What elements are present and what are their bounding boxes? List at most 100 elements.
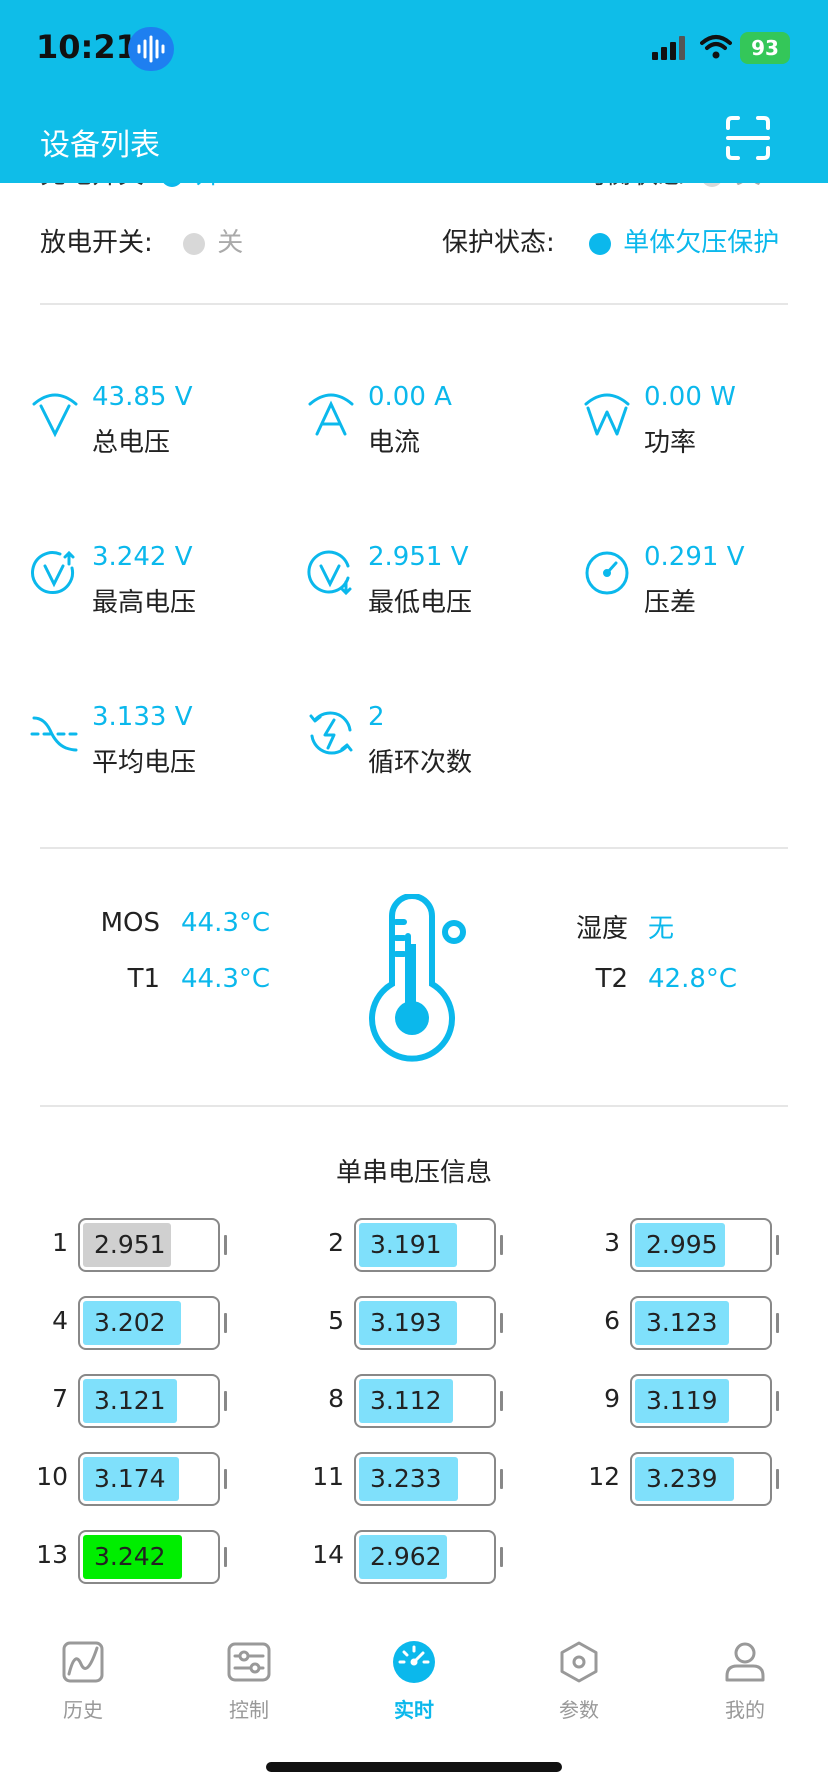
metric-cycles: 2 循环次数 <box>306 702 556 782</box>
page-title[interactable]: 设备列表 <box>40 120 160 164</box>
mos-temp-value: 44.3°C <box>181 908 271 938</box>
discharge-switch-label: 放电开关: <box>40 228 153 258</box>
cell-voltage-value: 3.119 <box>646 1386 718 1415</box>
speedometer-icon <box>393 1641 435 1683</box>
battery-tip <box>500 1547 503 1567</box>
cell-number: 12 <box>588 1462 620 1491</box>
battery-level: 93 <box>751 36 779 60</box>
cell-battery-bar: 3.121 <box>78 1374 220 1428</box>
voice-recording-icon[interactable] <box>128 27 174 71</box>
wifi-icon <box>700 35 732 59</box>
battery-tip <box>776 1391 779 1411</box>
discharge-switch-row: 放电开关: 关 <box>40 222 243 259</box>
cell-voltage-value: 3.174 <box>94 1464 166 1493</box>
cell-battery-bar: 3.112 <box>354 1374 496 1428</box>
battery-tip <box>500 1235 503 1255</box>
battery-tip <box>500 1313 503 1333</box>
battery-tip <box>500 1469 503 1489</box>
mos-temp-label: MOS <box>100 908 160 938</box>
discharge-status-dot[interactable] <box>183 232 206 255</box>
humidity-value: 无 <box>648 914 675 944</box>
cell-voltage-value: 2.962 <box>370 1542 442 1571</box>
tab-label: 实时 <box>394 1698 434 1722</box>
cell-number: 11 <box>312 1462 344 1491</box>
cell-battery-bar: 3.193 <box>354 1296 496 1350</box>
cell-voltage-item: 8 3.112 <box>276 1374 503 1430</box>
status-time: 10:21 <box>36 28 138 66</box>
tab-realtime[interactable]: 实时 <box>364 1640 464 1740</box>
cell-number: 7 <box>52 1384 68 1413</box>
scan-qr-icon[interactable] <box>724 114 772 162</box>
cell-voltage-item: 14 2.962 <box>276 1530 503 1586</box>
cell-voltage-item: 9 3.119 <box>552 1374 779 1430</box>
cell-battery-bar: 3.242 <box>78 1530 220 1584</box>
app-header: 10:21 93 设备列表 <box>0 0 828 183</box>
divider <box>40 1105 788 1107</box>
metric-label: 平均电压 <box>92 748 197 778</box>
metric-label: 最低电压 <box>368 588 473 618</box>
tab-mine[interactable]: 我的 <box>695 1640 795 1740</box>
cell-number: 9 <box>604 1384 620 1413</box>
metric-total-voltage: 43.85 V 总电压 <box>30 382 280 462</box>
cell-battery-bar: 3.233 <box>354 1452 496 1506</box>
cell-voltage-item: 4 3.202 <box>0 1296 227 1352</box>
metric-value: 3.242 V <box>92 542 193 572</box>
cell-voltage-value: 3.193 <box>370 1308 442 1337</box>
battery-indicator: 93 <box>740 32 790 64</box>
min-voltage-icon <box>307 550 352 596</box>
cell-voltage-value: 3.191 <box>370 1230 442 1259</box>
cell-voltage-value: 3.239 <box>646 1464 718 1493</box>
gauge-icon <box>585 551 629 595</box>
cell-battery-bar: 3.174 <box>78 1452 220 1506</box>
metric-value: 2 <box>368 702 385 732</box>
cell-voltage-value: 3.202 <box>94 1308 166 1337</box>
metric-label: 总电压 <box>92 428 171 458</box>
tab-label: 我的 <box>725 1698 765 1722</box>
cell-battery-bar: 3.191 <box>354 1218 496 1272</box>
cell-number: 14 <box>312 1540 344 1569</box>
metric-label: 功率 <box>644 428 697 458</box>
metric-current: 0.00 A 电流 <box>306 382 556 462</box>
t2-temp-label: T2 <box>595 964 628 994</box>
metric-value: 43.85 V <box>92 382 193 412</box>
tab-label: 控制 <box>229 1698 269 1722</box>
t1-temp-label: T1 <box>127 964 160 994</box>
cell-number: 3 <box>604 1228 620 1257</box>
metric-value: 0.00 W <box>644 382 736 412</box>
metric-label: 电流 <box>368 428 421 458</box>
cell-voltage-value: 3.121 <box>94 1386 166 1415</box>
cell-battery-bar: 2.962 <box>354 1530 496 1584</box>
cell-voltage-value: 3.233 <box>370 1464 442 1493</box>
protect-status-dot <box>589 232 612 255</box>
cell-voltage-value: 3.242 <box>94 1542 166 1571</box>
current-a-icon <box>308 393 354 436</box>
cell-number: 2 <box>328 1228 344 1257</box>
tab-label: 参数 <box>559 1698 599 1722</box>
cell-voltage-item: 5 3.193 <box>276 1296 503 1352</box>
metric-label: 最高电压 <box>92 588 197 618</box>
divider <box>40 847 788 849</box>
cycle-icon <box>309 711 353 755</box>
divider <box>40 303 788 305</box>
tab-params[interactable]: 参数 <box>529 1640 629 1740</box>
tab-history[interactable]: 历史 <box>33 1640 133 1740</box>
battery-tip <box>776 1235 779 1255</box>
battery-tip <box>500 1391 503 1411</box>
tab-control[interactable]: 控制 <box>199 1640 299 1740</box>
cell-battery-bar: 3.119 <box>630 1374 772 1428</box>
max-voltage-icon <box>31 550 75 595</box>
metric-value: 3.133 V <box>92 702 193 732</box>
cell-voltage-item: 1 2.951 <box>0 1218 227 1274</box>
cell-battery-bar: 3.202 <box>78 1296 220 1350</box>
battery-tip <box>776 1313 779 1333</box>
battery-tip <box>224 1469 227 1489</box>
cell-battery-bar: 3.123 <box>630 1296 772 1350</box>
cells-section-title: 单串电压信息 <box>335 1158 492 1188</box>
history-chart-icon <box>62 1641 104 1683</box>
cell-voltage-value: 3.112 <box>370 1386 442 1415</box>
cell-voltage-item: 10 3.174 <box>0 1452 227 1508</box>
battery-tip <box>224 1313 227 1333</box>
cell-number: 8 <box>328 1384 344 1413</box>
home-indicator[interactable] <box>266 1762 562 1772</box>
protect-status-label: 保护状态: <box>442 228 555 258</box>
